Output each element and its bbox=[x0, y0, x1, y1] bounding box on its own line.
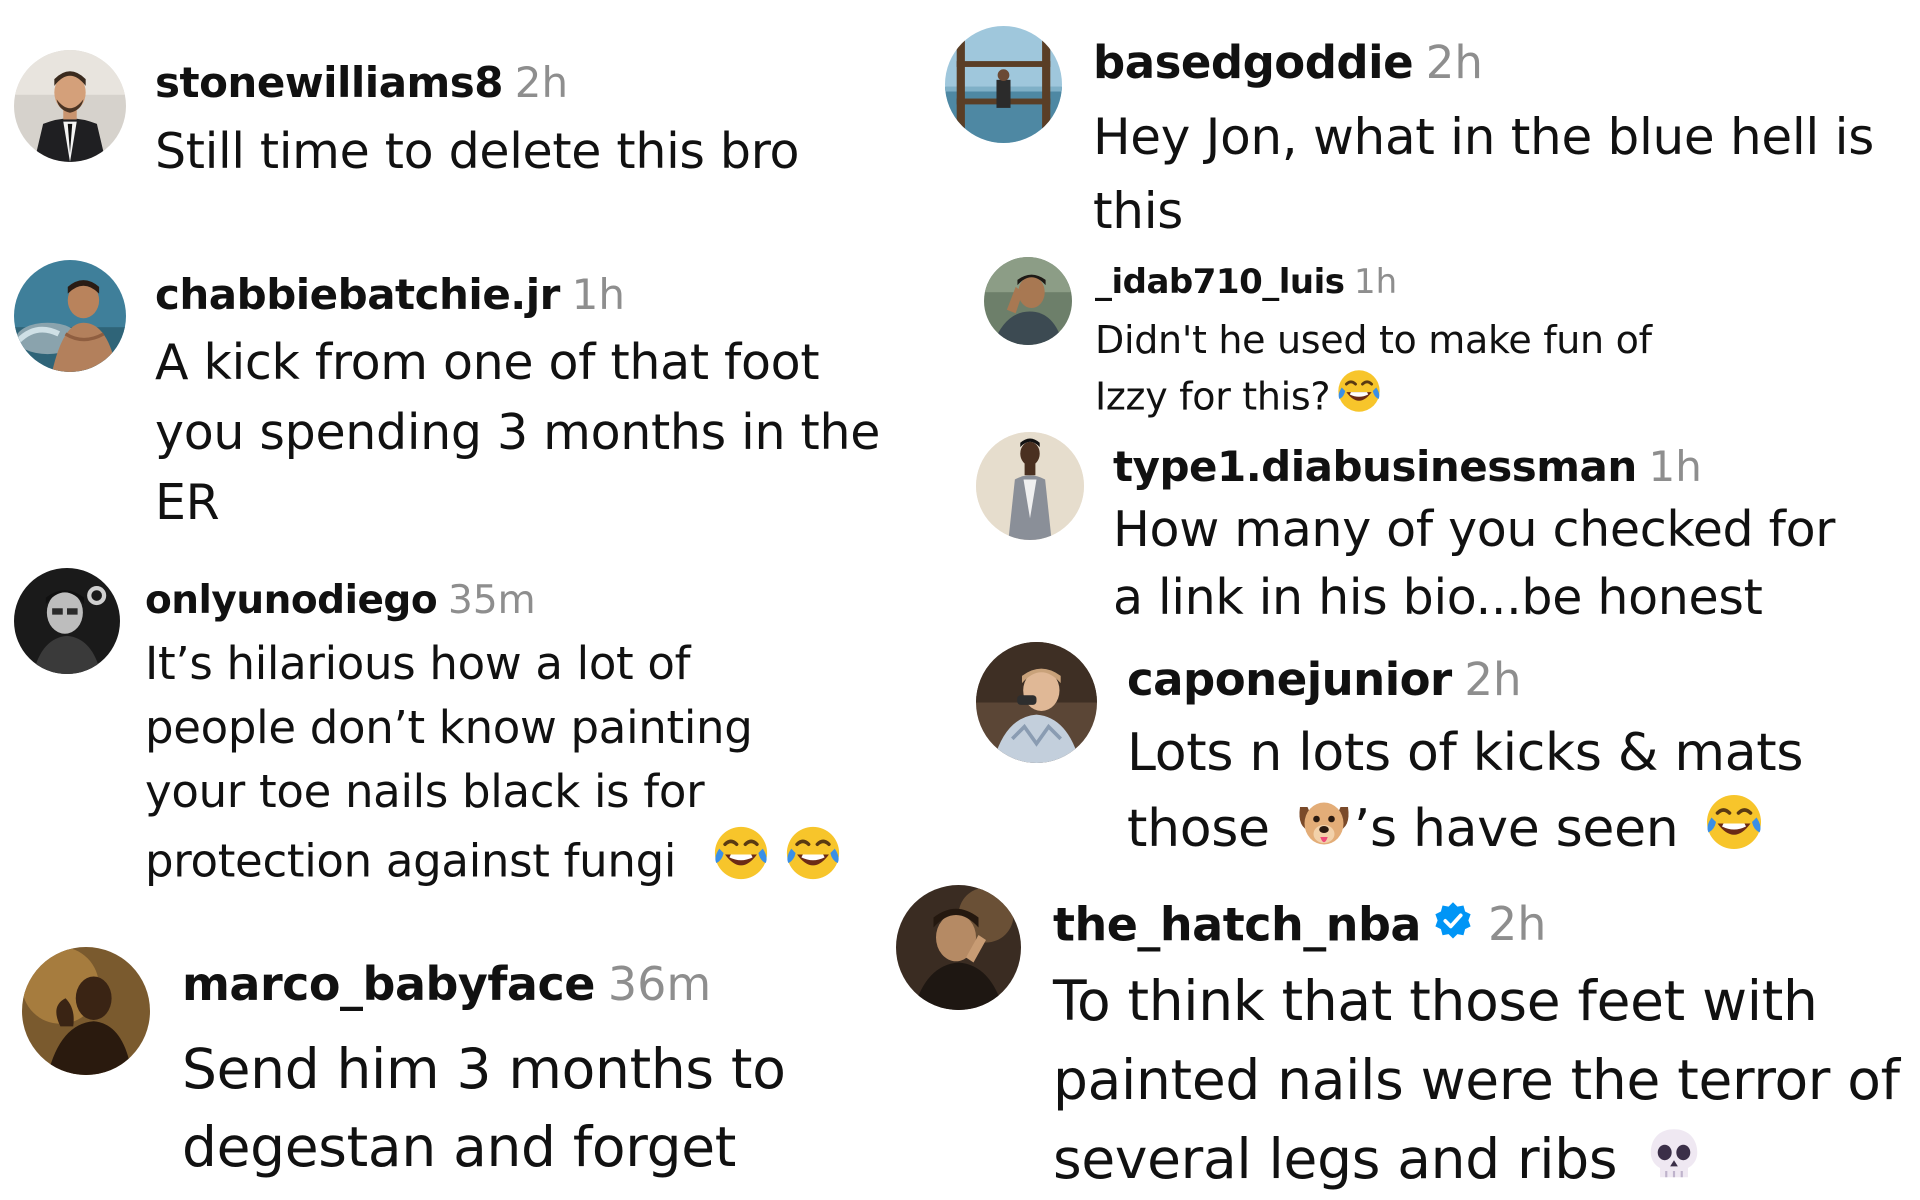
comment-line: Still time to delete this bro bbox=[155, 123, 800, 180]
timestamp[interactable]: 2h bbox=[515, 58, 568, 107]
comment-header: marco_babyface 36m bbox=[182, 961, 711, 1007]
comment-line-with-emoji: several legs and ribs bbox=[1053, 1120, 1900, 1199]
comment-text: Didn't he used to make fun of Izzy for t… bbox=[1095, 312, 1652, 424]
comment-line: you spending 3 months in the bbox=[155, 404, 881, 461]
avatar[interactable] bbox=[984, 257, 1072, 345]
comment-text: It’s hilarious how a lot of people don’t… bbox=[145, 632, 842, 894]
comment-line: people don’t know painting bbox=[145, 701, 753, 754]
username[interactable]: onlyunodiego bbox=[145, 578, 438, 623]
comment-line: ER bbox=[155, 474, 220, 531]
avatar[interactable] bbox=[945, 26, 1062, 143]
username[interactable]: _idab710_luis bbox=[1095, 262, 1345, 302]
comment-line-with-emoji: protection against fungi bbox=[145, 824, 842, 894]
comment-text: Hey Jon, what in the blue hell is this bbox=[1093, 100, 1874, 248]
verified-badge-icon bbox=[1435, 902, 1471, 939]
comment-line: How many of you checked for bbox=[1113, 501, 1836, 558]
comment-line: A kick from one of that foot bbox=[155, 334, 820, 391]
comment-line: To think that those feet with bbox=[1053, 969, 1818, 1033]
timestamp[interactable]: 2h bbox=[1426, 36, 1483, 89]
username[interactable]: stonewilliams8 bbox=[155, 58, 504, 107]
comment-line: Hey Jon, what in the blue hell is bbox=[1093, 108, 1874, 166]
timestamp[interactable]: 2h bbox=[1488, 897, 1546, 951]
laughing-emoji-icon bbox=[1336, 368, 1382, 414]
timestamp[interactable]: 1h bbox=[1354, 262, 1397, 302]
comment-line-with-emoji: Izzy for this? bbox=[1095, 368, 1652, 424]
avatar-photo bbox=[14, 260, 126, 372]
comment-text: Lots n lots of kicks & mats those’s have… bbox=[1127, 715, 1803, 867]
comment-line-with-emoji: those’s have seen bbox=[1127, 791, 1803, 867]
username[interactable]: basedgoddie bbox=[1093, 36, 1414, 89]
timestamp[interactable]: 36m bbox=[608, 957, 711, 1011]
timestamp[interactable]: 1h bbox=[1649, 442, 1702, 491]
avatar[interactable] bbox=[14, 568, 120, 674]
avatar[interactable] bbox=[976, 642, 1097, 763]
comment-header: chabbiebatchie.jr 1h bbox=[155, 274, 625, 316]
comment-line: Lots n lots of kicks & mats bbox=[1127, 723, 1804, 783]
laughing-emoji-icon bbox=[784, 824, 842, 882]
comment-line: this bbox=[1093, 182, 1184, 240]
timestamp[interactable]: 2h bbox=[1464, 653, 1521, 706]
comment-header: basedgoddie 2h bbox=[1093, 40, 1483, 85]
avatar-photo bbox=[984, 257, 1072, 345]
timestamp[interactable]: 1h bbox=[572, 270, 625, 319]
avatar-photo bbox=[945, 26, 1062, 143]
comment-header: caponejunior 2h bbox=[1127, 657, 1522, 702]
avatar-photo bbox=[14, 568, 120, 674]
comment-header: stonewilliams8 2h bbox=[155, 62, 568, 104]
comment-text: To think that those feet with painted na… bbox=[1053, 962, 1900, 1199]
comment-header: onlyunodiego 35m bbox=[145, 581, 536, 620]
comment-line: It’s hilarious how a lot of bbox=[145, 637, 691, 690]
avatar[interactable] bbox=[14, 260, 126, 372]
username[interactable]: chabbiebatchie.jr bbox=[155, 270, 560, 319]
comment-line: Didn't he used to make fun of bbox=[1095, 318, 1652, 362]
avatar-photo bbox=[14, 50, 126, 162]
avatar[interactable] bbox=[14, 50, 126, 162]
laughing-emoji-icon bbox=[712, 824, 770, 882]
comment-line: degestan and forget bbox=[182, 1115, 736, 1179]
username[interactable]: marco_babyface bbox=[182, 957, 595, 1011]
dog-face-emoji-icon bbox=[1294, 792, 1354, 852]
comment-line: painted nails were the terror of bbox=[1053, 1048, 1900, 1112]
comment-text: A kick from one of that foot you spendin… bbox=[155, 328, 880, 538]
comment-line: Send him 3 months to bbox=[182, 1037, 786, 1101]
timestamp[interactable]: 35m bbox=[448, 578, 536, 623]
avatar[interactable] bbox=[22, 947, 150, 1075]
laughing-emoji-icon bbox=[1704, 792, 1764, 852]
avatar[interactable] bbox=[976, 432, 1084, 540]
comment-text: Send him 3 months to degestan and forget bbox=[182, 1030, 786, 1186]
comment-header: type1.diabusinessman 1h bbox=[1113, 446, 1702, 488]
username[interactable]: type1.diabusinessman bbox=[1113, 442, 1637, 491]
username[interactable]: the_hatch_nba bbox=[1053, 897, 1421, 951]
comment-text: Still time to delete this bro bbox=[155, 118, 799, 186]
avatar-photo bbox=[22, 947, 150, 1075]
avatar[interactable] bbox=[896, 885, 1021, 1010]
username[interactable]: caponejunior bbox=[1127, 653, 1452, 706]
comment-line: a link in his bio...be honest bbox=[1113, 569, 1763, 626]
comment-line: your toe nails black is for bbox=[145, 765, 705, 818]
comment-text: How many of you checked for a link in hi… bbox=[1113, 496, 1835, 632]
avatar-photo bbox=[896, 885, 1021, 1010]
skull-emoji-icon bbox=[1643, 1123, 1705, 1185]
avatar-photo bbox=[976, 642, 1097, 763]
avatar-photo bbox=[976, 432, 1084, 540]
comment-header: the_hatch_nba 2h bbox=[1053, 900, 1546, 947]
comment-header: _idab710_luis 1h bbox=[1095, 265, 1397, 299]
